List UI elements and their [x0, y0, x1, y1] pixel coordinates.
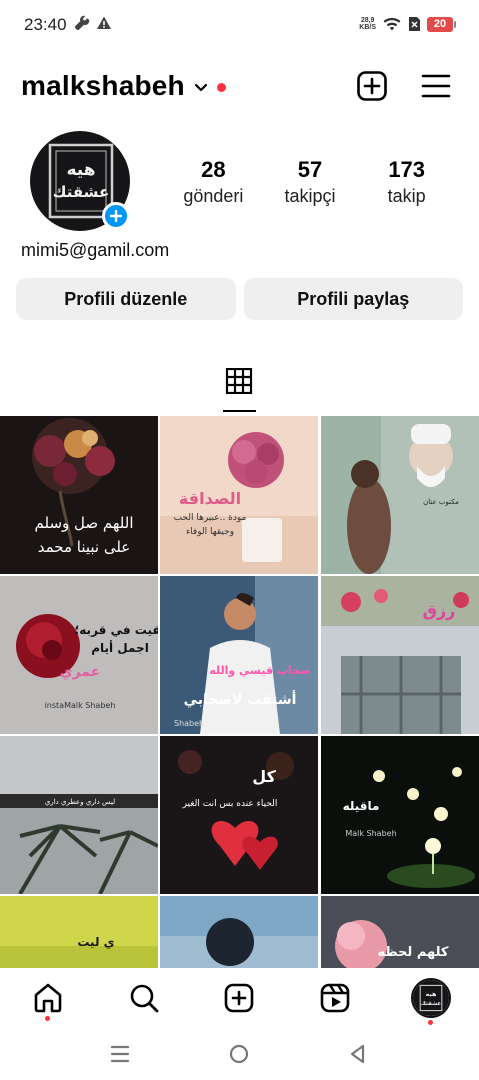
svg-text:الصداقة: الصداقة [179, 489, 241, 508]
profile-notification-dot [428, 1020, 433, 1025]
svg-text:عمري: عمري [60, 664, 101, 681]
create-icon[interactable] [223, 982, 255, 1014]
status-time: 23:40 [24, 15, 67, 34]
svg-text:وجيقها الوفاء: وجيقها الوفاء [186, 527, 234, 537]
svg-text:instaMalk Shabeh: instaMalk Shabeh [45, 701, 116, 710]
svg-text:اجمل أيام: اجمل أيام [91, 640, 149, 656]
followers-label: takipçi [284, 186, 336, 206]
svg-text:كلهم لحظه: كلهم لحظه [378, 945, 449, 960]
active-tab-indicator [223, 410, 256, 412]
svg-text:رزق: رزق [423, 601, 456, 620]
svg-text:كل: كل [252, 767, 276, 786]
create-plus-icon[interactable] [357, 71, 387, 101]
profile-bio: mimi5@gamil.com [21, 240, 170, 260]
svg-text:ليس داري وعطري داري: ليس داري وعطري داري [45, 798, 115, 806]
svg-text:Shabeh: Shabeh [174, 719, 204, 728]
wifi-icon [383, 17, 401, 31]
svg-text:أشتقت لاصحابي: أشتقت لاصحابي [184, 690, 297, 708]
post-thumbnail[interactable]: صحاب قيسي والله أشتقت لاصحابي Shabeh [160, 576, 318, 734]
svg-text:مودة ..عبيرها الحب: مودة ..عبيرها الحب [174, 513, 247, 523]
posts-label: gönderi [183, 186, 244, 206]
following-count: 173 [388, 157, 426, 182]
post-thumbnail[interactable]: ي ليت [0, 896, 158, 969]
wrench-icon [74, 15, 90, 31]
battery-indicator: 20 [427, 16, 456, 32]
profile-avatar[interactable]: هيه عشقتك [411, 978, 451, 1018]
svg-text:صحاب قيسي والله: صحاب قيسي والله [209, 664, 310, 677]
status-bar: 23:40 28,9 KB/S 20 [0, 0, 479, 50]
followers-stat[interactable]: 57 takipçi [262, 157, 359, 209]
svg-text:على نبينا محمد: على نبينا محمد [38, 538, 131, 556]
system-navigation [0, 1030, 479, 1080]
profile-header: malkshabeh [0, 62, 479, 110]
svg-text:اللهم صل وسلم: اللهم صل وسلم [35, 514, 134, 532]
svg-text:ي ليت: ي ليت [77, 935, 114, 949]
svg-text:هيه: هيه [66, 160, 95, 180]
svg-text:تقيت في قربه؛: تقيت في قربه؛ [74, 623, 158, 637]
post-thumbnail[interactable]: اللهم صل وسلم على نبينا محمد [0, 416, 158, 574]
username[interactable]: malkshabeh [21, 70, 185, 102]
share-profile-button[interactable]: Profili paylaş [243, 278, 463, 320]
svg-text:الحياء عنده بس انت الغير: الحياء عنده بس انت الغير [182, 799, 278, 809]
posts-grid: اللهم صل وسلم على نبينا محمد الصداقة مود… [0, 416, 479, 969]
status-left-icons [74, 15, 112, 31]
net-speed: 28,9 KB/S [359, 17, 376, 31]
post-thumbnail[interactable]: رزق [321, 576, 479, 734]
posts-stat[interactable]: 28 gönderi [165, 157, 262, 209]
post-thumbnail[interactable]: مكتوب عتان [321, 416, 479, 574]
followers-count: 57 [297, 157, 323, 182]
edit-profile-button[interactable]: Profili düzenle [16, 278, 236, 320]
svg-text:Malk Shabeh: Malk Shabeh [345, 829, 396, 838]
chevron-down-icon[interactable] [194, 83, 208, 93]
svg-text:مكتوب عتان: مكتوب عتان [423, 498, 459, 506]
post-thumbnail[interactable]: كل الحياء عنده بس انت الغير [160, 736, 318, 894]
post-thumbnail[interactable]: ليس داري وعطري داري [0, 736, 158, 894]
account-switcher[interactable]: malkshabeh [21, 70, 226, 102]
home-notification-dot [45, 1016, 50, 1021]
post-thumbnail[interactable]: ماقيله Malk Shabeh [321, 736, 479, 894]
svg-text:عشقتك: عشقتك [421, 1001, 442, 1007]
profile-stats: 28 gönderi 57 takipçi 173 takip [165, 157, 455, 209]
profile-actions: Profili düzenle Profili paylaş [16, 278, 463, 320]
post-thumbnail[interactable] [160, 896, 318, 969]
notification-dot [216, 82, 226, 92]
back-icon[interactable] [348, 1043, 368, 1065]
svg-text:عشقتك: عشقتك [53, 183, 109, 201]
recents-icon[interactable] [110, 1043, 130, 1065]
home-circle-icon[interactable] [228, 1043, 250, 1065]
home-icon[interactable] [32, 982, 64, 1014]
svg-text:هيه: هيه [426, 991, 437, 998]
hamburger-menu-icon[interactable] [421, 73, 451, 99]
following-label: takip [387, 186, 426, 206]
profile-avatar-wrapper[interactable]: هيه عشقتك [30, 131, 130, 231]
svg-text:ماقيله: ماقيله [343, 799, 380, 813]
posts-count: 28 [201, 157, 226, 182]
post-thumbnail[interactable]: كلهم لحظه [321, 896, 479, 969]
no-sim-icon [409, 17, 420, 31]
post-thumbnail[interactable]: الصداقة مودة ..عبيرها الحب وجيقها الوفاء [160, 416, 318, 574]
post-thumbnail[interactable]: تقيت في قربه؛ اجمل أيام عمري instaMalk S… [0, 576, 158, 734]
following-stat[interactable]: 173 takip [358, 157, 455, 209]
bottom-navigation: هيه عشقتك [0, 968, 479, 1030]
status-right-icons: 28,9 KB/S 20 [359, 16, 456, 32]
add-story-plus-icon[interactable] [102, 202, 130, 230]
warning-icon [97, 16, 111, 29]
grid-icon[interactable] [224, 368, 254, 394]
search-icon[interactable] [128, 982, 160, 1014]
reels-icon[interactable] [319, 982, 351, 1014]
